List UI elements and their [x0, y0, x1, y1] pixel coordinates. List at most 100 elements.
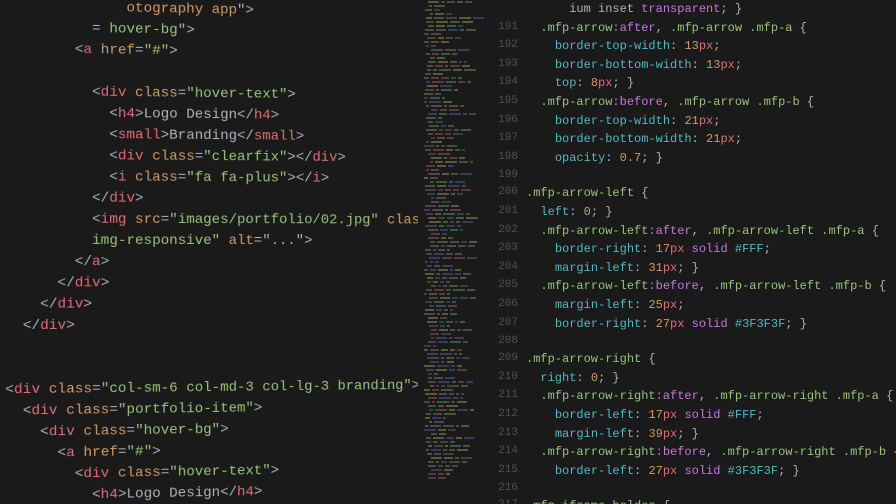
minimap-line	[424, 29, 484, 32]
code-line[interactable]: </a>	[5, 252, 418, 273]
code-line[interactable]: 203 border-right: 17px solid #FFF;	[488, 240, 896, 259]
code-line[interactable]: 204 margin-left: 31px; }	[488, 259, 896, 278]
minimap-line	[424, 469, 484, 472]
minimap-line	[424, 393, 484, 396]
code-line[interactable]: 207 border-right: 27px solid #3F3F3F; }	[488, 315, 896, 334]
minimap-line	[424, 173, 484, 176]
minimap-line	[424, 457, 484, 460]
minimap-line	[424, 409, 484, 412]
code-line[interactable]: ium inset transparent; }	[488, 0, 896, 19]
code-line[interactable]: 214 .mfp-arrow-right:before, .mfp-arrow-…	[488, 443, 896, 462]
code-line[interactable]: 209.mfp-arrow-right {	[488, 350, 896, 369]
minimap-line	[424, 221, 484, 224]
code-line[interactable]: 192 border-top-width: 13px;	[488, 37, 896, 56]
line-number: 206	[488, 296, 526, 315]
line-number: 209	[488, 350, 526, 369]
code-line[interactable]: 217.mfp-iframe-holder {	[488, 497, 896, 504]
code-line[interactable]: 213 margin-left: 39px; }	[488, 425, 896, 444]
line-number: 198	[488, 149, 526, 168]
minimap-line	[424, 325, 484, 328]
code-line[interactable]: 201 left: 0; }	[488, 203, 896, 222]
minimap-line	[424, 105, 484, 108]
minimap-line	[424, 417, 484, 420]
minimap-line	[424, 313, 484, 316]
minimap[interactable]	[420, 0, 488, 504]
line-number: 200	[488, 184, 526, 203]
minimap-line	[424, 361, 484, 364]
code-line[interactable]: 212 border-left: 17px solid #FFF;	[488, 406, 896, 425]
minimap-line	[424, 217, 484, 220]
minimap-line	[424, 377, 484, 380]
minimap-line	[424, 385, 484, 388]
line-number: 207	[488, 315, 526, 334]
editor-pane-html[interactable]: otography app"> = hover-bg"> <a href="#"…	[0, 0, 418, 504]
code-line[interactable]: 210 right: 0; }	[488, 369, 896, 388]
code-line[interactable]: 195 .mfp-arrow:before, .mfp-arrow .mfp-b…	[488, 93, 896, 112]
minimap-line	[424, 309, 484, 312]
minimap-line	[424, 373, 484, 376]
code-line[interactable]: </div>	[5, 188, 418, 211]
minimap-line	[424, 273, 484, 276]
minimap-line	[424, 137, 484, 140]
line-number: 192	[488, 37, 526, 56]
minimap-line	[424, 281, 484, 284]
minimap-line	[424, 477, 484, 480]
code-line[interactable]: 216	[488, 480, 896, 497]
line-number: 216	[488, 480, 526, 497]
minimap-line	[424, 341, 484, 344]
minimap-line	[424, 149, 484, 152]
minimap-line	[424, 129, 484, 132]
minimap-line	[424, 165, 484, 168]
code-line[interactable]: 197 border-bottom-width: 21px;	[488, 130, 896, 149]
code-line[interactable]: 208	[488, 333, 896, 350]
minimap-line	[424, 33, 484, 36]
code-line[interactable]: 199	[488, 167, 896, 184]
code-line[interactable]: 191 .mfp-arrow:after, .mfp-arrow .mfp-a …	[488, 19, 896, 38]
minimap-line	[424, 289, 484, 292]
code-line[interactable]: <i class="fa fa-plus"></i>	[5, 167, 418, 190]
minimap-line	[424, 321, 484, 324]
code-line[interactable]: 215 border-left: 27px solid #3F3F3F; }	[488, 462, 896, 481]
code-line[interactable]: <img src="images/portfolio/02.jpg" class…	[5, 209, 418, 231]
code-line[interactable]: 194 top: 8px; }	[488, 74, 896, 93]
line-number: 210	[488, 369, 526, 388]
code-line[interactable]: </div>	[5, 273, 418, 295]
code-line[interactable]: 196 border-top-width: 21px;	[488, 112, 896, 131]
code-line[interactable]: 206 margin-left: 25px;	[488, 296, 896, 315]
minimap-line	[424, 89, 484, 92]
minimap-line	[424, 113, 484, 116]
code-line[interactable]: <div class="clearfix"></div>	[5, 145, 418, 169]
minimap-line	[424, 73, 484, 76]
code-line[interactable]: 211 .mfp-arrow-right:after, .mfp-arrow-r…	[488, 387, 896, 406]
code-line[interactable]: 205 .mfp-arrow-left:before, .mfp-arrow-l…	[488, 277, 896, 296]
editor-pane-css[interactable]: ium inset transparent; }191 .mfp-arrow:a…	[488, 0, 896, 504]
minimap-line	[424, 9, 484, 12]
line-number: 212	[488, 406, 526, 425]
line-number: 215	[488, 462, 526, 481]
code-line[interactable]: 198 opacity: 0.7; }	[488, 149, 896, 168]
minimap-line	[424, 77, 484, 80]
line-number: 213	[488, 425, 526, 444]
minimap-line	[424, 317, 484, 320]
minimap-line	[424, 21, 484, 24]
minimap-line	[424, 285, 484, 288]
code-line[interactable]: img-responsive" alt="...">	[5, 231, 418, 252]
minimap-line	[424, 133, 484, 136]
code-line[interactable]: 200.mfp-arrow-left {	[488, 184, 896, 203]
code-line[interactable]: </div>	[5, 314, 418, 337]
code-line[interactable]: </div>	[5, 293, 418, 316]
code-line[interactable]: 193 border-bottom-width: 13px;	[488, 56, 896, 75]
minimap-line	[424, 277, 484, 280]
minimap-line	[424, 41, 484, 44]
minimap-line	[424, 429, 484, 432]
minimap-line	[424, 145, 484, 148]
minimap-line	[424, 381, 484, 384]
line-number: 202	[488, 222, 526, 241]
line-number: 205	[488, 277, 526, 296]
minimap-line	[424, 93, 484, 96]
code-line[interactable]: 202 .mfp-arrow-left:after, .mfp-arrow-le…	[488, 222, 896, 241]
line-number: 195	[488, 93, 526, 112]
minimap-line	[424, 213, 484, 216]
minimap-line	[424, 265, 484, 268]
minimap-line	[424, 121, 484, 124]
